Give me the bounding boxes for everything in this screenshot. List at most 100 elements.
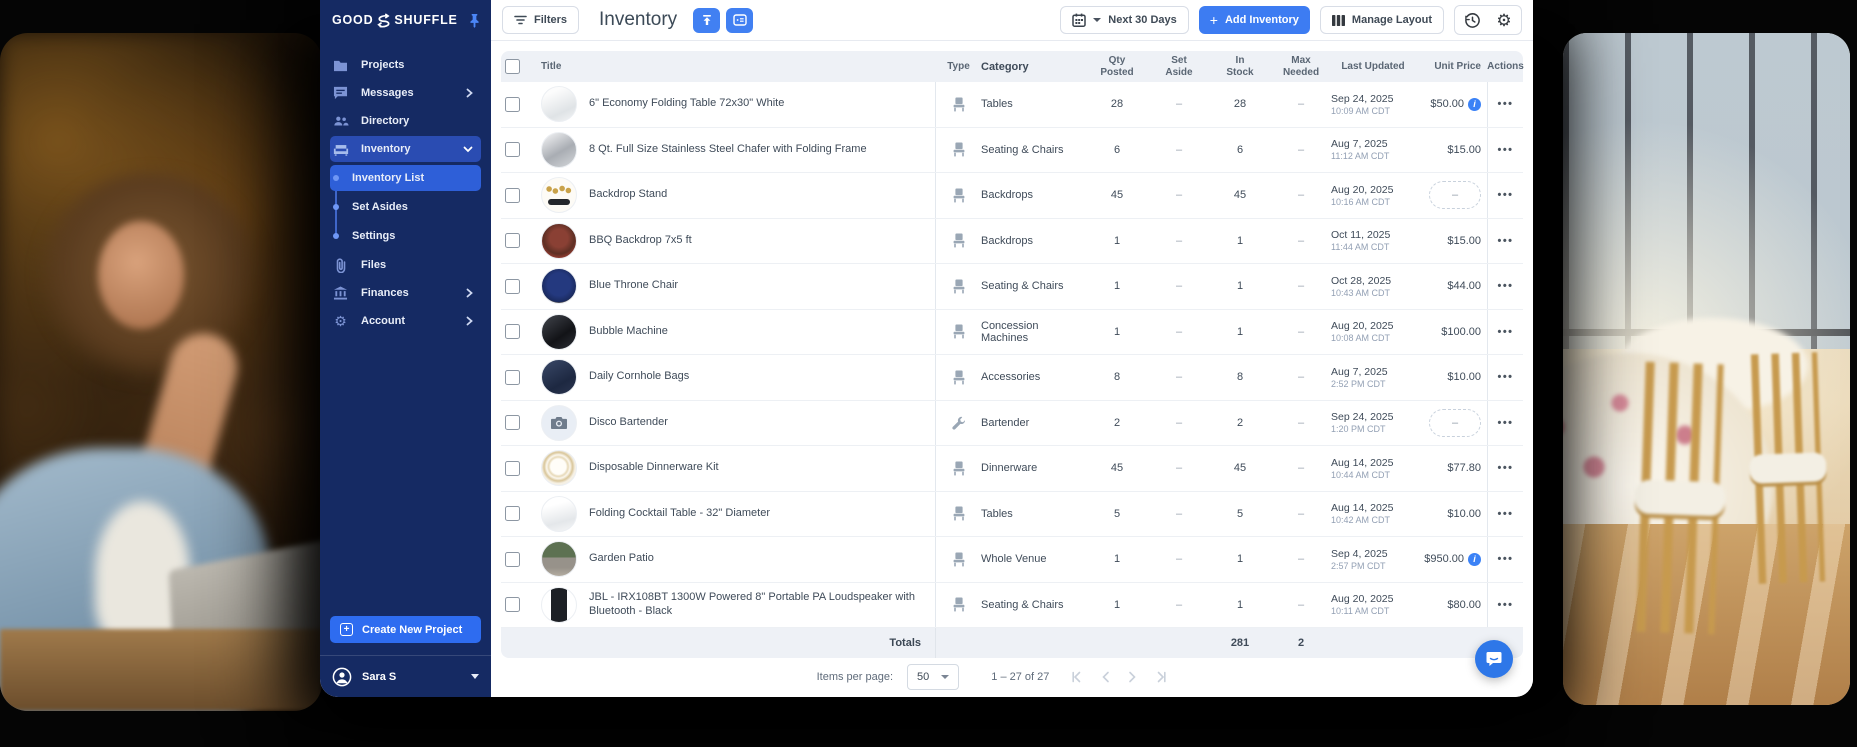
row-actions-button[interactable]: ••• <box>1497 599 1513 611</box>
price-info-icon[interactable]: i <box>1468 553 1481 566</box>
unit-price-empty[interactable]: – <box>1429 409 1481 437</box>
item-title[interactable]: JBL - IRX108BT 1300W Powered 8" Portable… <box>589 591 935 619</box>
item-title[interactable]: Disposable Dinnerware Kit <box>589 461 719 475</box>
row-checkbox[interactable] <box>505 552 520 567</box>
row-checkbox[interactable] <box>505 97 520 112</box>
item-title[interactable]: Daily Cornhole Bags <box>589 370 689 384</box>
item-title[interactable]: Disco Bartender <box>589 416 668 430</box>
row-actions-button[interactable]: ••• <box>1497 144 1513 156</box>
row-actions-button[interactable]: ••• <box>1497 326 1513 338</box>
select-all-checkbox[interactable] <box>505 59 520 74</box>
row-checkbox[interactable] <box>505 506 520 521</box>
row-actions-button[interactable]: ••• <box>1497 98 1513 110</box>
price-info-icon[interactable]: i <box>1468 98 1481 111</box>
column-header-last-updated[interactable]: Last Updated <box>1331 51 1415 82</box>
column-header-type[interactable]: Type <box>935 51 981 82</box>
sidebar-item-directory[interactable]: Directory <box>330 108 481 134</box>
set-aside-value: – <box>1149 537 1209 582</box>
row-checkbox[interactable] <box>505 142 520 157</box>
history-button[interactable] <box>1461 9 1483 31</box>
row-checkbox[interactable] <box>505 597 520 612</box>
sidebar-item-messages[interactable]: Messages <box>330 80 481 106</box>
unit-price-empty[interactable]: – <box>1429 181 1481 209</box>
sidebar-item-projects[interactable]: Projects <box>330 52 481 78</box>
qty-posted-value: 45 <box>1085 173 1149 218</box>
row-actions-button[interactable]: ••• <box>1497 508 1513 520</box>
max-needed-value: – <box>1271 82 1331 127</box>
item-title[interactable]: Garden Patio <box>589 552 654 566</box>
sidebar-item-account[interactable]: ⚙ Account <box>330 308 481 334</box>
table-row[interactable]: Garden Patio Whole Venue 1 – 1 – Sep 4, … <box>501 537 1523 583</box>
storefront-view-button[interactable] <box>726 8 753 33</box>
rental-item-type-icon <box>952 552 966 567</box>
sidebar-item-files[interactable]: Files <box>330 252 481 278</box>
table-row[interactable]: Backdrop Stand Backdrops 45 – 45 – Aug 2… <box>501 173 1523 219</box>
row-checkbox[interactable] <box>505 461 520 476</box>
last-page-button[interactable] <box>1155 671 1167 683</box>
sidebar-item-inventory[interactable]: Inventory <box>330 136 481 162</box>
gear-icon: ⚙ <box>1496 12 1511 29</box>
row-checkbox[interactable] <box>505 370 520 385</box>
item-title[interactable]: 8 Qt. Full Size Stainless Steel Chafer w… <box>589 143 867 157</box>
column-header-set-aside[interactable]: Set Aside <box>1149 51 1209 82</box>
row-actions-button[interactable]: ••• <box>1497 553 1513 565</box>
filters-button[interactable]: Filters <box>502 6 579 34</box>
settings-button[interactable]: ⚙ <box>1493 9 1515 31</box>
row-actions-button[interactable]: ••• <box>1497 235 1513 247</box>
sidebar-item-finances[interactable]: Finances <box>330 280 481 306</box>
table-row[interactable]: BBQ Backdrop 7x5 ft Backdrops 1 – 1 – Oc… <box>501 219 1523 265</box>
sidebar-item-set-asides[interactable]: Set Asides <box>330 194 481 220</box>
column-header-category[interactable]: Category <box>981 51 1085 82</box>
pin-sidebar-icon[interactable] <box>468 13 481 28</box>
row-checkbox[interactable] <box>505 415 520 430</box>
column-header-qty-posted[interactable]: Qty Posted <box>1085 51 1149 82</box>
row-actions-button[interactable]: ••• <box>1497 280 1513 292</box>
item-title[interactable]: Folding Cocktail Table - 32" Diameter <box>589 507 770 521</box>
chat-launcher-button[interactable] <box>1475 640 1513 678</box>
row-actions-button[interactable]: ••• <box>1497 189 1513 201</box>
row-checkbox[interactable] <box>505 279 520 294</box>
service-type-icon <box>952 416 966 430</box>
date-range-button[interactable]: Next 30 Days <box>1060 6 1189 34</box>
column-header-actions[interactable]: Actions <box>1487 51 1523 82</box>
set-aside-value: – <box>1149 82 1209 127</box>
table-row[interactable]: Folding Cocktail Table - 32" Diameter Ta… <box>501 492 1523 538</box>
sidebar-item-inventory-list[interactable]: Inventory List <box>330 165 481 191</box>
column-header-max-needed[interactable]: Max Needed <box>1271 51 1331 82</box>
column-header-title[interactable]: Title <box>541 51 935 82</box>
previous-page-button[interactable] <box>1101 671 1110 683</box>
item-title[interactable]: Bubble Machine <box>589 325 668 339</box>
page-size-select[interactable]: 50 <box>907 664 959 690</box>
row-checkbox[interactable] <box>505 233 520 248</box>
manage-layout-button[interactable]: Manage Layout <box>1320 6 1444 34</box>
item-title[interactable]: Backdrop Stand <box>589 188 667 202</box>
publish-inventory-button[interactable] <box>693 8 720 33</box>
table-row[interactable]: Disco Bartender Bartender 2 – 2 – Sep 24… <box>501 401 1523 447</box>
create-new-project-button[interactable]: + Create New Project <box>330 616 481 643</box>
row-actions-button[interactable]: ••• <box>1497 462 1513 474</box>
row-actions-button[interactable]: ••• <box>1497 371 1513 383</box>
row-checkbox[interactable] <box>505 324 520 339</box>
column-header-in-stock[interactable]: In Stock <box>1209 51 1271 82</box>
table-row[interactable]: Daily Cornhole Bags Accessories 8 – 8 – … <box>501 355 1523 401</box>
item-title[interactable]: 6" Economy Folding Table 72x30" White <box>589 97 784 111</box>
sidebar-item-settings[interactable]: Settings <box>330 223 481 249</box>
column-header-unit-price[interactable]: Unit Price <box>1415 51 1487 82</box>
item-title[interactable]: Blue Throne Chair <box>589 279 678 293</box>
item-title[interactable]: BBQ Backdrop 7x5 ft <box>589 234 692 248</box>
first-page-button[interactable] <box>1071 671 1083 683</box>
table-row[interactable]: 8 Qt. Full Size Stainless Steel Chafer w… <box>501 128 1523 174</box>
row-checkbox[interactable] <box>505 188 520 203</box>
last-updated-date: Aug 14, 2025 <box>1331 457 1415 469</box>
last-updated-time: 10:11 AM CDT <box>1331 606 1415 616</box>
table-row[interactable]: Blue Throne Chair Seating & Chairs 1 – 1… <box>501 264 1523 310</box>
table-row[interactable]: 6" Economy Folding Table 72x30" White Ta… <box>501 82 1523 128</box>
table-row[interactable]: JBL - IRX108BT 1300W Powered 8" Portable… <box>501 583 1523 629</box>
add-inventory-button[interactable]: + Add Inventory <box>1199 6 1310 34</box>
next-page-button[interactable] <box>1128 671 1137 683</box>
totals-in-stock: 281 <box>1209 628 1271 658</box>
table-row[interactable]: Disposable Dinnerware Kit Dinnerware 45 … <box>501 446 1523 492</box>
right-background-photo <box>1563 33 1850 705</box>
row-actions-button[interactable]: ••• <box>1497 417 1513 429</box>
table-row[interactable]: Bubble Machine Concession Machines 1 – 1… <box>501 310 1523 356</box>
